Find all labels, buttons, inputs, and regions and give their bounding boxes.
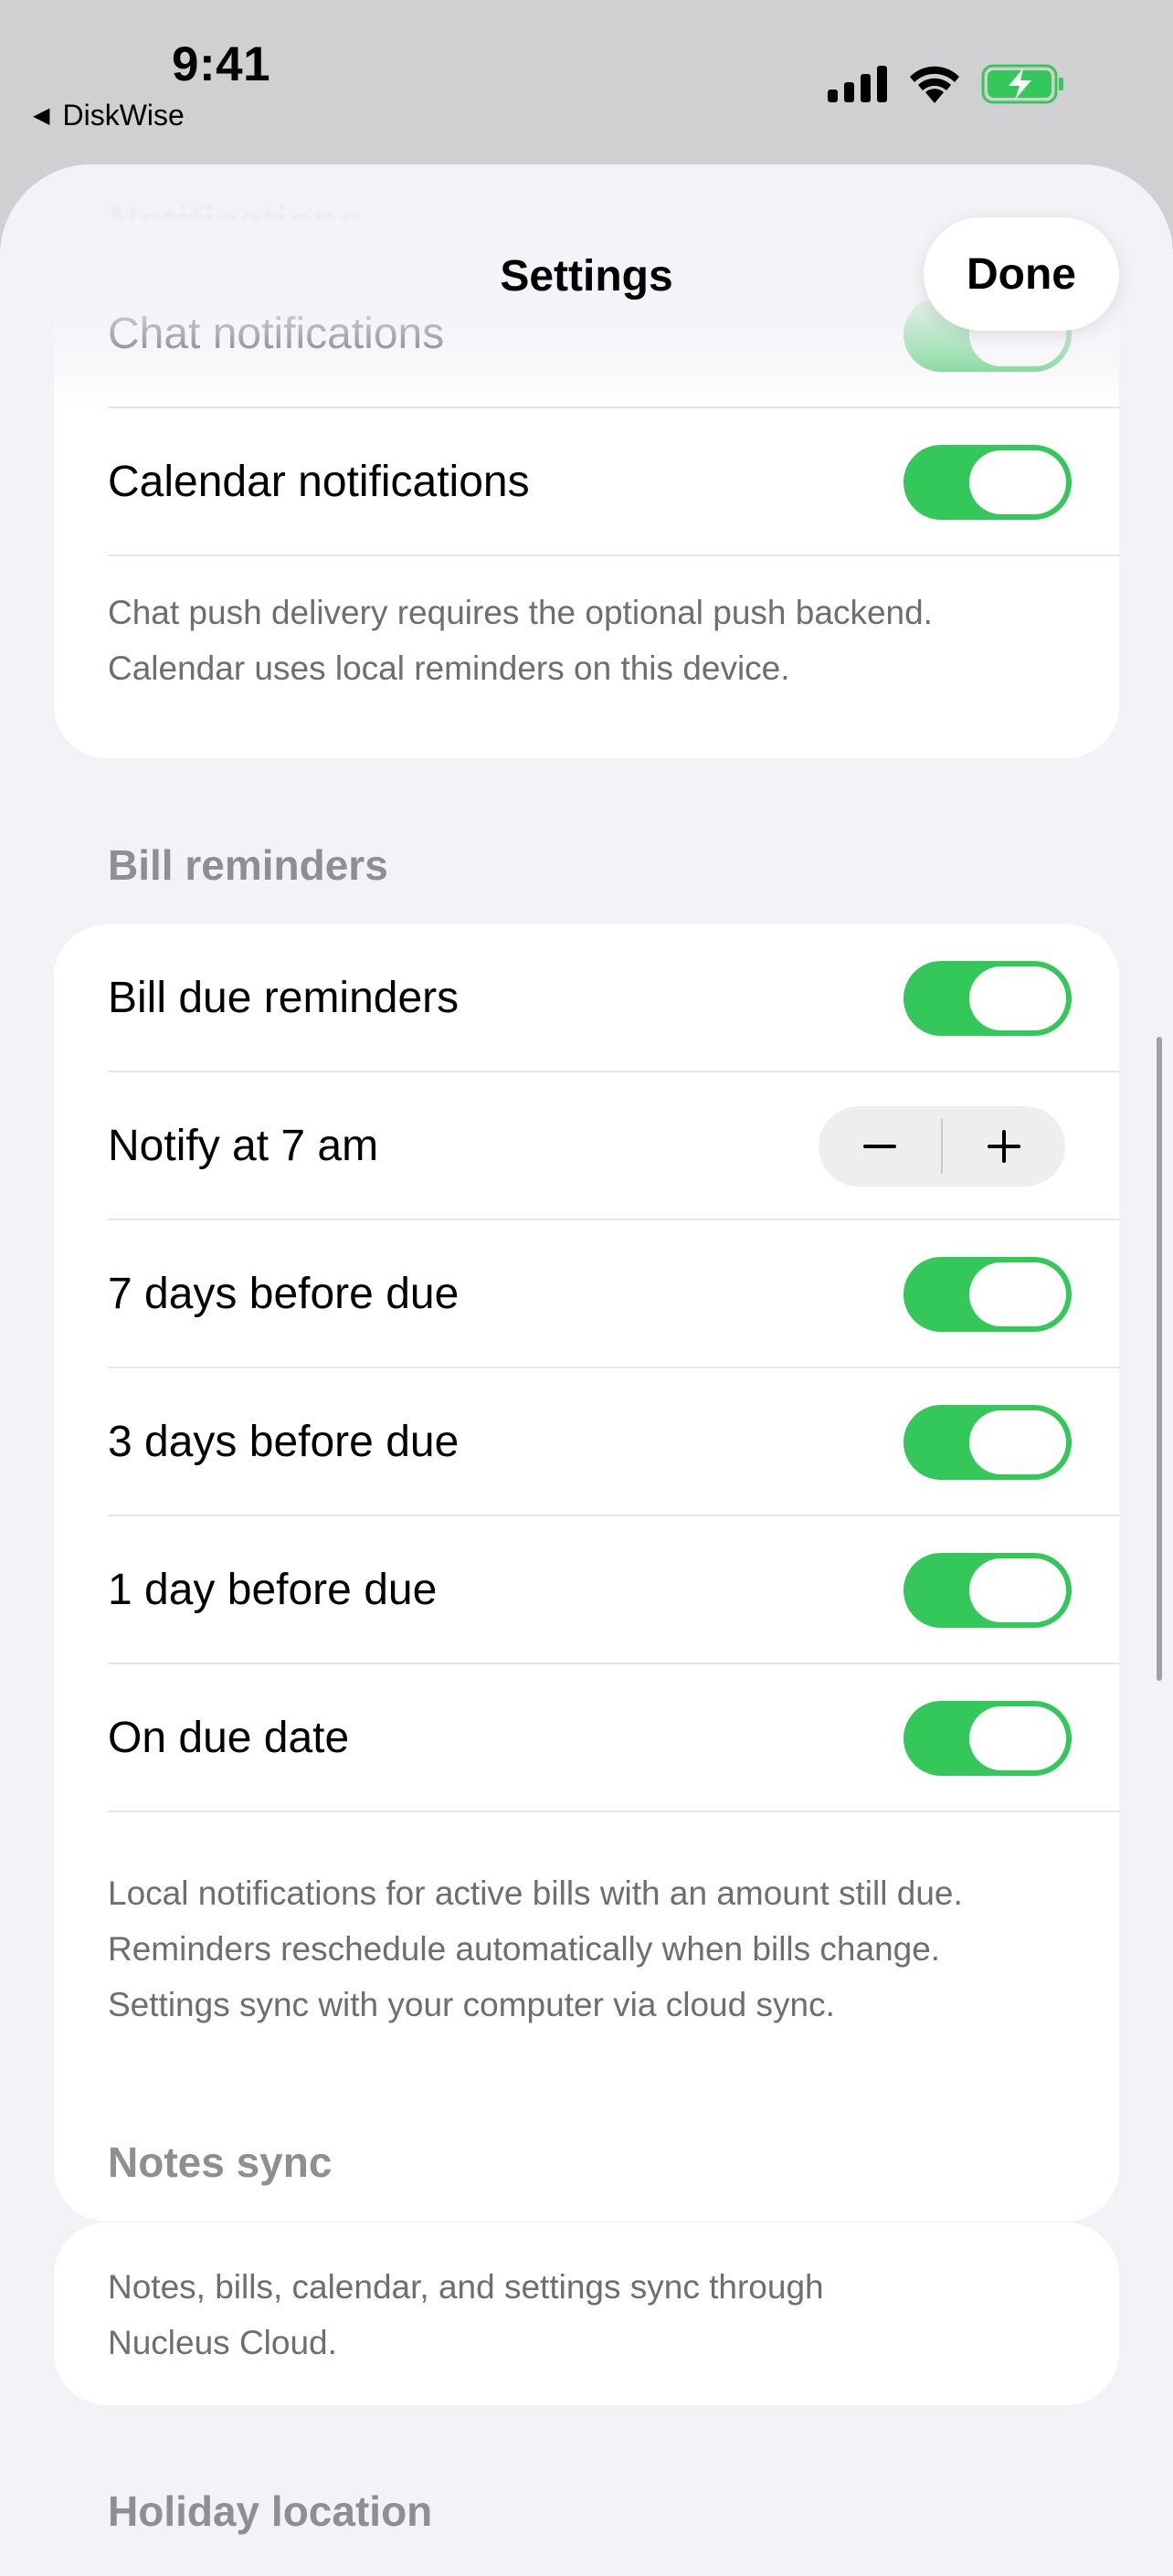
1-day-before-toggle[interactable] xyxy=(904,1553,1072,1628)
notifications-footnote: Chat push delivery requires the optional… xyxy=(108,585,1076,696)
bill-due-reminders-toggle[interactable] xyxy=(904,961,1072,1036)
3-days-before-toggle[interactable] xyxy=(904,1405,1072,1480)
row-label: 1 day before due xyxy=(108,1565,438,1614)
footnote-line: Calendar uses local reminders on this de… xyxy=(108,649,790,687)
footnote-line: Local notifications for active bills wit… xyxy=(108,1874,963,1912)
row-1-day-before: 1 day before due xyxy=(108,1516,1119,1664)
done-button[interactable]: Done xyxy=(924,217,1119,331)
notes-sync-card: Notes, bills, calendar, and settings syn… xyxy=(54,2222,1119,2405)
minus-icon xyxy=(863,1145,896,1148)
toggle-knob xyxy=(969,966,1066,1030)
toggle-knob xyxy=(969,1558,1066,1622)
status-bar: 9:41 ◀ DiskWise xyxy=(0,0,1173,164)
on-due-date-toggle[interactable] xyxy=(904,1701,1072,1776)
bill-reminders-footnote: Local notifications for active bills wit… xyxy=(108,1865,1076,2032)
back-to-app-button[interactable]: ◀ DiskWise xyxy=(33,99,185,132)
toggle-knob xyxy=(969,1706,1066,1770)
scroll-indicator[interactable] xyxy=(1157,1037,1162,1681)
row-label: Chat notifications xyxy=(108,309,445,358)
cellular-signal-icon xyxy=(828,66,887,102)
row-label: 7 days before due xyxy=(108,1269,460,1318)
section-header-holiday-location: Holiday location xyxy=(108,2487,433,2535)
footnote-line: Nucleus Cloud. xyxy=(108,2324,337,2361)
notes-sync-footnote: Notes, bills, calendar, and settings syn… xyxy=(108,2259,1076,2370)
wifi-icon xyxy=(910,66,959,103)
row-calendar-notifications: Calendar notifications xyxy=(108,408,1119,556)
bill-reminders-card: Bill due reminders Notify at 7 am 7 days… xyxy=(54,924,1119,2222)
back-app-label: DiskWise xyxy=(62,99,185,132)
calendar-notifications-toggle[interactable] xyxy=(904,445,1072,520)
notify-time-stepper xyxy=(819,1106,1065,1187)
toggle-knob xyxy=(969,1410,1066,1474)
row-on-due-date: On due date xyxy=(108,1664,1119,1812)
back-triangle-icon: ◀ xyxy=(33,103,50,128)
status-time: 9:41 xyxy=(172,37,271,91)
row-label: On due date xyxy=(108,1713,350,1762)
footnote-line: Chat push delivery requires the optional… xyxy=(108,594,933,631)
7-days-before-toggle[interactable] xyxy=(904,1257,1072,1332)
row-7-days-before: 7 days before due xyxy=(108,1220,1119,1368)
footnote-line: Notes, bills, calendar, and settings syn… xyxy=(108,2268,824,2306)
row-label: Bill due reminders xyxy=(108,973,460,1022)
row-bill-due-reminders: Bill due reminders xyxy=(108,924,1119,1072)
section-header-notes-sync: Notes sync xyxy=(108,2138,333,2186)
toggle-knob xyxy=(969,1262,1066,1326)
toggle-knob xyxy=(969,450,1066,514)
system-icons xyxy=(828,64,1065,104)
footnote-line: Settings sync with your computer via clo… xyxy=(108,1986,835,2023)
row-label: 3 days before due xyxy=(108,1417,460,1466)
decrement-button[interactable] xyxy=(819,1106,941,1187)
plus-icon xyxy=(988,1130,1020,1163)
battery-charging-icon xyxy=(981,64,1063,104)
section-header-bill-reminders: Bill reminders xyxy=(108,841,388,889)
row-notify-time: Notify at 7 am xyxy=(108,1072,1119,1220)
footnote-line: Reminders reschedule automatically when … xyxy=(108,1930,941,1968)
row-label: Calendar notifications xyxy=(108,457,530,506)
row-label: Notify at 7 am xyxy=(108,1121,379,1170)
settings-sheet: Notifications Chat notifications Calenda… xyxy=(0,164,1173,2576)
increment-button[interactable] xyxy=(943,1106,1065,1187)
row-3-days-before: 3 days before due xyxy=(108,1368,1119,1516)
